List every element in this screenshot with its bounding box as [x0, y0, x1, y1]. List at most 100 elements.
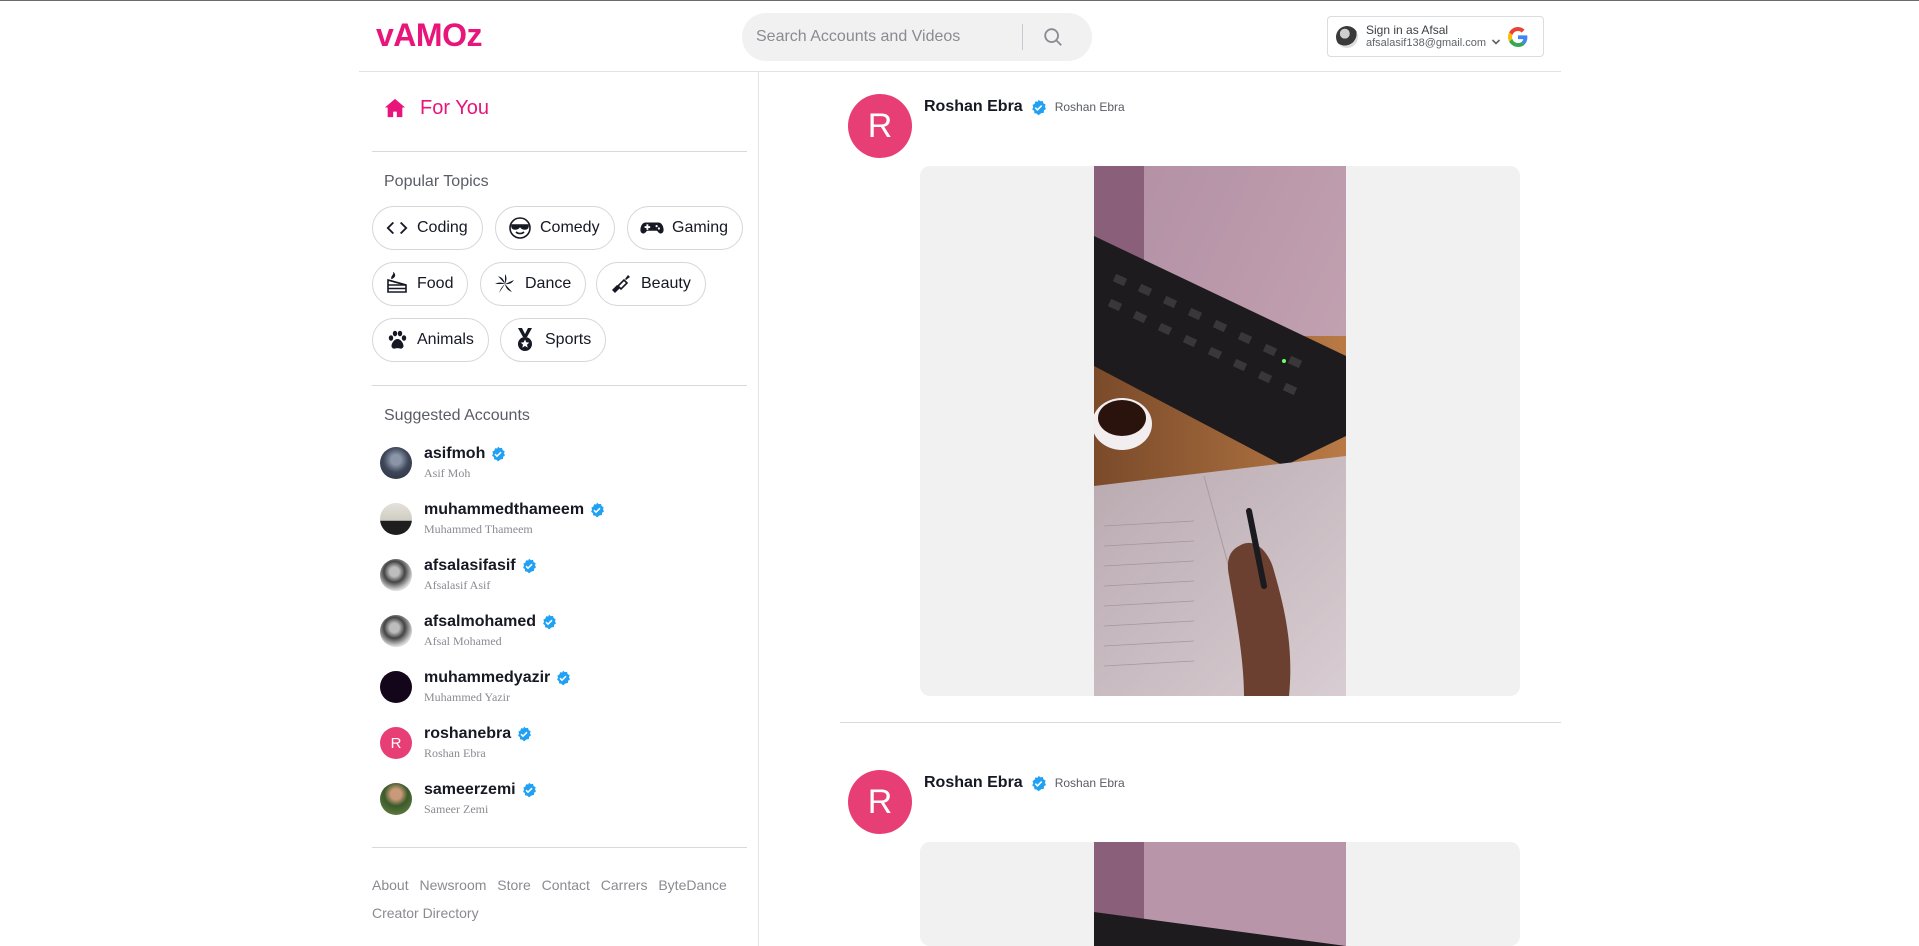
verified-badge-icon	[522, 782, 536, 798]
footer-link-creator-directory[interactable]: Creator Directory	[372, 905, 479, 921]
suggested-account[interactable]: muhammedyazir Muhammed Yazir	[380, 668, 571, 705]
google-logo-icon	[1508, 26, 1528, 47]
sidebar-divider	[372, 847, 747, 848]
verified-badge-icon	[522, 558, 536, 574]
video-player[interactable]	[1094, 166, 1346, 696]
verified-badge-icon	[1031, 775, 1046, 791]
footer-link-newsroom[interactable]: Newsroom	[419, 877, 486, 893]
code-icon	[386, 221, 408, 235]
video-card	[920, 166, 1520, 696]
search-button[interactable]	[1023, 13, 1083, 61]
topic-animals[interactable]: Animals	[372, 318, 489, 362]
chevron-down-icon	[1491, 38, 1501, 45]
avatar: R	[380, 727, 412, 759]
search-bar	[742, 13, 1092, 61]
avatar-initial: R	[867, 782, 893, 821]
account-name: Muhammed Thameem	[424, 522, 533, 536]
suggested-account[interactable]: R roshanebra Roshan Ebra	[380, 724, 532, 761]
topic-sports[interactable]: Sports	[500, 318, 607, 362]
signin-avatar	[1336, 25, 1358, 48]
video-thumbnail	[1094, 166, 1346, 696]
google-signin-button[interactable]: Sign in as Afsal afsalasif138@gmail.com	[1327, 16, 1544, 57]
verified-badge-icon	[1031, 99, 1046, 115]
signin-title: Sign in as Afsal	[1366, 22, 1449, 37]
sunglasses-face-icon	[509, 217, 531, 239]
feed-post: R Roshan Ebra Roshan Ebra	[848, 770, 1522, 946]
account-name: Roshan Ebra	[424, 746, 486, 760]
topic-label: Sports	[545, 331, 592, 348]
suggested-account[interactable]: afsalmohamed Afsal Mohamed	[380, 612, 557, 649]
footer-link-about[interactable]: About	[372, 877, 409, 893]
nav-for-you[interactable]: For You	[384, 96, 489, 120]
avatar-initial: R	[867, 106, 893, 145]
account-name: Afsalasif Asif	[424, 578, 491, 592]
footer-link-carrers[interactable]: Carrers	[601, 877, 648, 893]
video-player[interactable]	[1094, 842, 1346, 946]
page: vAMOz Sign in as Afsal afsalasif138@gmai…	[0, 0, 1919, 946]
header: vAMOz Sign in as Afsal afsalasif138@gmai…	[0, 1, 1919, 72]
sidebar-border	[758, 71, 759, 946]
account-username: afsalasifasif	[424, 557, 516, 574]
suggested-accounts-title: Suggested Accounts	[384, 407, 530, 424]
verified-badge-icon	[557, 670, 571, 686]
account-name: Afsal Mohamed	[424, 634, 502, 648]
signin-text: Sign in as Afsal afsalasif138@gmail.com	[1366, 22, 1486, 50]
nav-for-you-label: For You	[420, 97, 489, 119]
post-header: Roshan Ebra Roshan Ebra	[924, 774, 1125, 792]
lipstick-icon	[612, 275, 630, 293]
topic-label: Gaming	[672, 219, 729, 236]
verified-badge-icon	[543, 614, 557, 630]
topic-gaming[interactable]: Gaming	[627, 206, 744, 250]
topic-label: Beauty	[641, 275, 691, 292]
suggested-account[interactable]: muhammedthameem Muhammed Thameem	[380, 500, 605, 537]
post-header: Roshan Ebra Roshan Ebra	[924, 98, 1125, 116]
post-avatar[interactable]: R	[848, 94, 912, 158]
logo[interactable]: vAMOz	[376, 15, 482, 55]
account-username: asifmoh	[424, 445, 486, 462]
avatar	[380, 783, 412, 815]
footer-link-contact[interactable]: Contact	[542, 877, 590, 893]
suggested-account[interactable]: sameerzemi Sameer Zemi	[380, 780, 537, 817]
avatar	[380, 447, 412, 479]
avatar	[380, 503, 412, 535]
signin-email: afsalasif138@gmail.com	[1366, 36, 1486, 49]
feed-divider	[840, 722, 1561, 723]
avatar	[380, 615, 412, 647]
disco-icon	[495, 274, 514, 293]
topic-beauty[interactable]: Beauty	[596, 262, 706, 306]
topic-dance[interactable]: Dance	[480, 262, 587, 306]
avatar-initial: R	[390, 734, 402, 752]
footer-link-bytedance[interactable]: ByteDance	[658, 877, 726, 893]
verified-badge-icon	[492, 446, 506, 462]
topic-label: Comedy	[540, 219, 600, 236]
post-nickname: Roshan Ebra	[1054, 776, 1125, 790]
popular-topics-title: Popular Topics	[384, 173, 489, 190]
topic-food[interactable]: Food	[372, 262, 469, 306]
footer-link-store[interactable]: Store	[497, 877, 530, 893]
sidebar-divider	[372, 385, 747, 386]
topic-label: Coding	[417, 219, 468, 236]
suggested-account[interactable]: asifmoh Asif Moh	[380, 444, 506, 481]
topic-label: Dance	[525, 275, 572, 292]
home-icon	[384, 98, 406, 118]
account-username: sameerzemi	[424, 781, 516, 798]
gamepad-icon	[640, 222, 664, 234]
account-username: afsalmohamed	[424, 613, 537, 630]
post-avatar[interactable]: R	[848, 770, 912, 834]
avatar	[380, 559, 412, 591]
paw-icon	[388, 330, 407, 349]
search-input[interactable]	[742, 13, 1022, 61]
sidebar: For You Popular Topics Coding Comedy Gam…	[372, 71, 747, 946]
post-nickname: Roshan Ebra	[1054, 100, 1125, 114]
topic-coding[interactable]: Coding	[372, 206, 483, 250]
post-username[interactable]: Roshan Ebra	[924, 774, 1023, 792]
verified-badge-icon	[591, 502, 605, 518]
medal-icon	[518, 328, 532, 351]
account-name: Muhammed Yazir	[424, 690, 510, 704]
post-username[interactable]: Roshan Ebra	[924, 98, 1023, 116]
video-thumbnail	[1094, 842, 1346, 946]
suggested-account[interactable]: afsalasifasif Afsalasif Asif	[380, 556, 537, 593]
topic-label: Food	[417, 275, 454, 292]
search-icon	[1044, 28, 1062, 46]
topic-comedy[interactable]: Comedy	[495, 206, 615, 250]
